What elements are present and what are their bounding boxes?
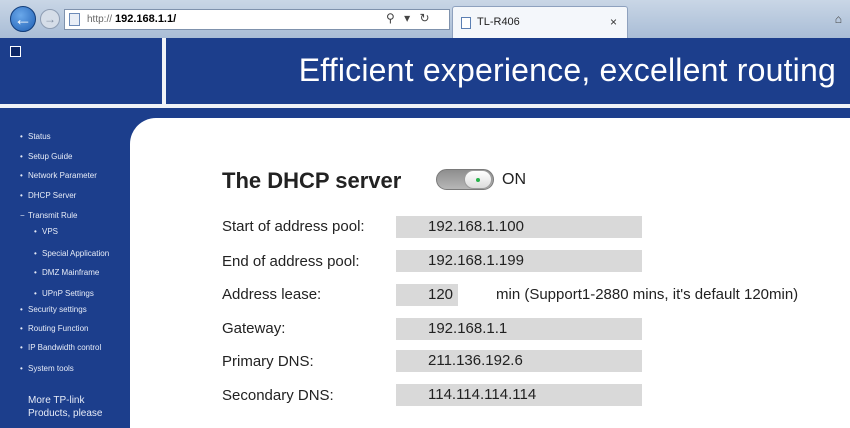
sidebar-item-setup-guide[interactable]: • Setup Guide	[20, 152, 72, 161]
sidebar-item-upnp-settings[interactable]: • UPnP Settings	[34, 289, 94, 298]
start-pool-label: Start of address pool:	[222, 218, 365, 235]
sidebar-more-products[interactable]: More TP-link Products, please	[28, 394, 103, 420]
sidebar-item-dmz-mainframe[interactable]: • DMZ Mainframe	[34, 268, 99, 277]
toggle-state-label: ON	[502, 171, 526, 188]
more-products-line2: Products, please	[28, 408, 103, 419]
primary-dns-label: Primary DNS:	[222, 353, 314, 370]
header-banner: Efficient experience, excellent routing	[166, 38, 850, 104]
logo-area	[0, 38, 162, 104]
sidebar-item-vps[interactable]: • VPS	[34, 227, 58, 236]
secondary-dns-input[interactable]: 114.114.114.114	[396, 384, 642, 406]
sidebar-item-transmit-rule[interactable]: − Transmit Rule	[20, 211, 78, 220]
dhcp-settings-panel: The DHCP server ON Start of address pool…	[130, 118, 850, 428]
address-lease-input[interactable]: 120	[396, 284, 458, 306]
gateway-input[interactable]: 192.168.1.1	[396, 318, 642, 340]
more-products-line1: More TP-link	[28, 395, 85, 406]
back-arrow-icon[interactable]: ←	[10, 6, 36, 32]
end-pool-label: End of address pool:	[222, 253, 360, 270]
address-lease-label: Address lease:	[222, 286, 322, 303]
start-pool-input[interactable]: 192.168.1.100	[396, 216, 642, 238]
dhcp-toggle-switch[interactable]	[436, 169, 494, 190]
url-host: 192.168.1.1/	[115, 13, 177, 25]
sidebar-item-network-parameter[interactable]: • Network Parameter	[20, 171, 97, 180]
forward-arrow-icon[interactable]: →	[40, 9, 60, 29]
sidebar-item-special-application[interactable]: • Special Application	[34, 249, 109, 258]
url-prefix: http://	[87, 14, 113, 25]
sidebar-item-routing-function[interactable]: • Routing Function	[20, 324, 88, 333]
sidebar-item-ip-bandwidth-control[interactable]: • IP Bandwidth control	[20, 343, 101, 352]
dropdown-icon[interactable]: ▾	[404, 11, 410, 25]
sidebar-item-dhcp-server[interactable]: • DHCP Server	[20, 191, 76, 200]
sidebar-item-status[interactable]: • Status	[20, 132, 51, 141]
page-icon	[69, 13, 80, 26]
page-title: The DHCP server	[222, 168, 402, 193]
toggle-indicator-icon	[476, 178, 480, 182]
primary-dns-input[interactable]: 211.136.192.6	[396, 350, 642, 372]
gateway-label: Gateway:	[222, 320, 286, 337]
sidebar-item-security-settings[interactable]: • Security settings	[20, 305, 87, 314]
end-pool-input[interactable]: 192.168.1.199	[396, 250, 642, 272]
secondary-dns-label: Secondary DNS:	[222, 387, 334, 404]
header-slogan: Efficient experience, excellent routing	[298, 52, 836, 88]
browser-toolbar: ← → http:// 192.168.1.1/ ⚲ ▾ ↻ TL-R406 ×…	[0, 0, 850, 39]
tab-title: TL-R406	[477, 16, 520, 28]
sidebar-menu: • Status • Setup Guide • Network Parameter …	[0, 108, 138, 428]
home-icon[interactable]: ⌂	[835, 12, 842, 26]
address-lease-hint: min (Support1-2880 mins, it's default 12…	[496, 286, 799, 303]
tab-page-icon	[461, 17, 471, 29]
sidebar-item-system-tools[interactable]: • System tools	[20, 364, 74, 373]
address-tools: ⚲ ▾ ↻	[386, 11, 436, 25]
search-icon[interactable]: ⚲	[386, 11, 395, 25]
browser-tab[interactable]: TL-R406 ×	[452, 6, 628, 38]
toggle-knob	[464, 170, 492, 189]
refresh-icon[interactable]: ↻	[420, 11, 430, 25]
logo-icon	[10, 46, 21, 57]
close-icon[interactable]: ×	[610, 15, 617, 29]
